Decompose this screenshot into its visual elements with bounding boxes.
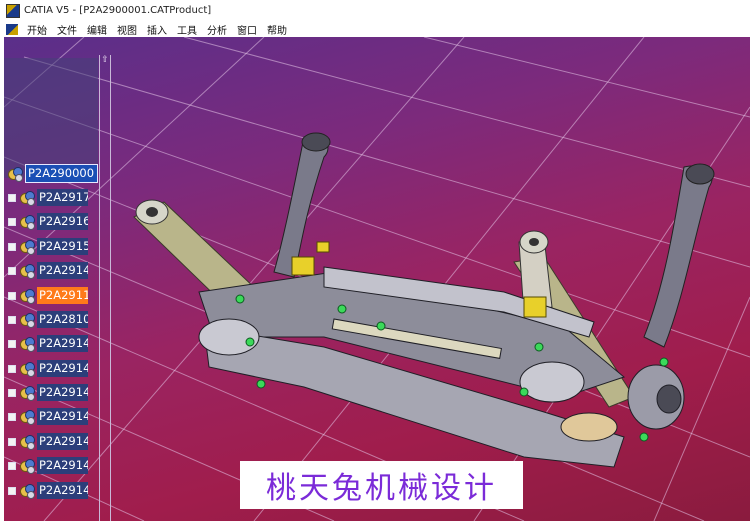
- tree-item[interactable]: P2A2916: [8, 213, 88, 230]
- tree-expander-icon[interactable]: [8, 242, 16, 251]
- tree-background: [4, 58, 98, 178]
- tree-item-label[interactable]: P2A2916: [37, 213, 88, 230]
- tree-item[interactable]: P2A2914: [8, 482, 88, 499]
- tree-item[interactable]: P2A2914: [8, 408, 88, 425]
- product-gears-icon: [20, 215, 35, 230]
- tree-expander-icon[interactable]: [8, 437, 16, 446]
- tree-item[interactable]: P2A2914: [8, 384, 88, 401]
- tree-expander-icon[interactable]: [8, 315, 16, 324]
- subframe-rails[interactable]: [198, 266, 685, 468]
- product-gears-icon: [8, 167, 23, 182]
- product-gears-icon: [20, 337, 35, 352]
- tree-item[interactable]: P2A2914: [8, 457, 88, 474]
- tree-item[interactable]: P2A2914: [8, 360, 88, 377]
- product-gears-icon: [20, 240, 35, 255]
- tree-expander-icon[interactable]: [8, 461, 16, 470]
- menu-view[interactable]: 视图: [112, 22, 142, 37]
- watermark-text: 桃天兔机械设计: [266, 471, 497, 506]
- catia-logo-icon: [6, 3, 20, 18]
- window-title: CATIA V5 - [P2A2900001.CATProduct]: [24, 5, 212, 16]
- menu-file[interactable]: 文件: [52, 22, 82, 37]
- tree-item-selected[interactable]: P2A2911: [8, 287, 88, 304]
- tree-expander-icon[interactable]: [8, 193, 16, 202]
- tree-item[interactable]: P2A2914: [8, 335, 88, 352]
- menu-help[interactable]: 帮助: [262, 22, 292, 37]
- product-gears-icon: [20, 313, 35, 328]
- product-gears-icon: [20, 484, 35, 499]
- tree-item[interactable]: P2A2917: [8, 189, 88, 206]
- tree-item-label[interactable]: P2A2914: [37, 482, 88, 499]
- tree-item-label[interactable]: P2A2810: [37, 311, 88, 328]
- document-icon[interactable]: [6, 23, 18, 35]
- tree-item-label[interactable]: P2A2914: [37, 408, 88, 425]
- tree-item[interactable]: P2A2915: [8, 238, 88, 255]
- tree-item-label[interactable]: P2A2915: [37, 238, 88, 255]
- tree-scrollbar[interactable]: ⇧: [99, 55, 111, 521]
- menu-tools[interactable]: 工具: [172, 22, 202, 37]
- tree-item-label[interactable]: P2A2914: [37, 335, 88, 352]
- title-bar: CATIA V5 - [P2A2900001.CATProduct]: [0, 0, 750, 22]
- product-gears-icon: [20, 410, 35, 425]
- tree-item[interactable]: P2A2810: [8, 311, 88, 328]
- product-gears-icon: [20, 264, 35, 279]
- tree-expander-icon[interactable]: [8, 364, 16, 373]
- menu-window[interactable]: 窗口: [232, 22, 262, 37]
- left-control-arm[interactable]: [273, 132, 331, 278]
- rear-subframe-model[interactable]: [4, 37, 750, 521]
- menu-edit[interactable]: 编辑: [82, 22, 112, 37]
- menu-start[interactable]: 开始: [22, 22, 52, 37]
- scroll-up-icon[interactable]: ⇧: [100, 55, 110, 65]
- tree-item-label[interactable]: P2A2914: [37, 262, 88, 279]
- menu-analyze[interactable]: 分析: [202, 22, 232, 37]
- product-gears-icon: [20, 362, 35, 377]
- tree-item-label[interactable]: P2A2914: [37, 457, 88, 474]
- watermark-banner: 桃天兔机械设计: [240, 461, 523, 509]
- product-gears-icon: [20, 289, 35, 304]
- 3d-viewport[interactable]: [4, 37, 750, 521]
- menu-bar: 开始 文件 编辑 视图 插入 工具 分析 窗口 帮助: [0, 21, 750, 37]
- right-control-arm[interactable]: [643, 163, 715, 348]
- tree-item-label[interactable]: P2A2914: [37, 433, 88, 450]
- product-gears-icon: [20, 435, 35, 450]
- tree-expander-icon[interactable]: [8, 412, 16, 421]
- tree-root-node[interactable]: P2A290000: [8, 164, 98, 183]
- tree-expander-icon[interactable]: [8, 339, 16, 348]
- product-gears-icon: [20, 386, 35, 401]
- tree-item[interactable]: P2A2914: [8, 433, 88, 450]
- tree-expander-icon[interactable]: [8, 217, 16, 226]
- tree-root-label[interactable]: P2A290000: [25, 164, 98, 183]
- tree-item-label[interactable]: P2A2914: [37, 384, 88, 401]
- tree-item-label[interactable]: P2A2917: [37, 189, 88, 206]
- product-gears-icon: [20, 191, 35, 206]
- tree-expander-icon[interactable]: [8, 291, 16, 300]
- tree-expander-icon[interactable]: [8, 266, 16, 275]
- product-gears-icon: [20, 459, 35, 474]
- menu-insert[interactable]: 插入: [142, 22, 172, 37]
- tree-item-label[interactable]: P2A2911: [37, 287, 88, 304]
- tree-expander-icon[interactable]: [8, 486, 16, 495]
- tree-item-label[interactable]: P2A2914: [37, 360, 88, 377]
- tree-expander-icon[interactable]: [8, 388, 16, 397]
- tree-item[interactable]: P2A2914: [8, 262, 88, 279]
